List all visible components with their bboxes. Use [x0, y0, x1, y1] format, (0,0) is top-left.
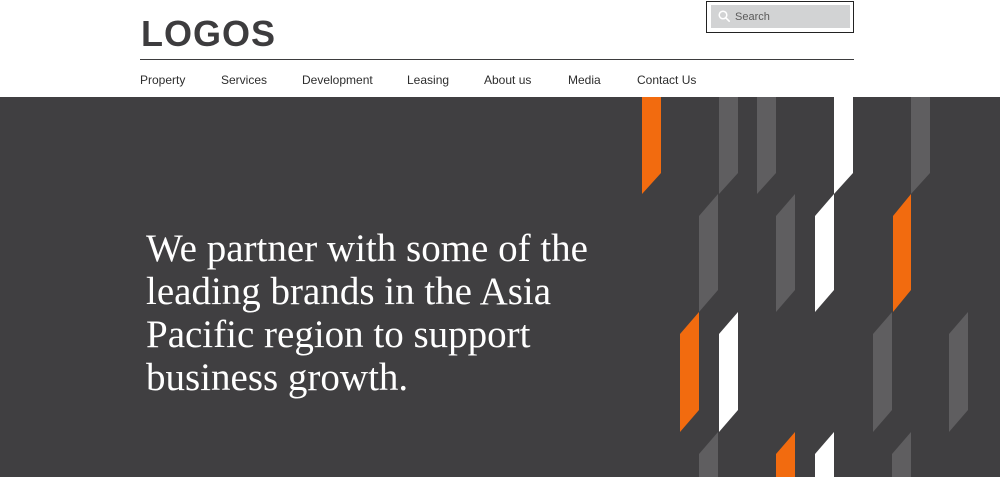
stripe-orange — [893, 194, 911, 312]
stripe-gray — [776, 194, 795, 312]
stripe-gray — [892, 432, 911, 477]
stripe-white — [834, 97, 853, 194]
stripe-gray — [699, 432, 718, 477]
stripe-white — [815, 432, 834, 477]
stripe-orange — [642, 97, 661, 194]
stripe-white — [815, 194, 834, 312]
nav-item-development[interactable]: Development — [302, 72, 407, 88]
search-input[interactable] — [735, 5, 847, 28]
stripe-white — [719, 312, 738, 432]
hero-banner: We partner with some of the leading bran… — [0, 97, 1000, 477]
search-box — [706, 1, 854, 33]
stripe-gray — [719, 97, 738, 194]
nav-item-contact-us[interactable]: Contact Us — [637, 72, 717, 88]
hero-headline: We partner with some of the leading bran… — [146, 227, 588, 399]
nav-item-about-us[interactable]: About us — [484, 72, 568, 88]
stripe-orange — [776, 432, 795, 477]
nav-item-media[interactable]: Media — [568, 72, 637, 88]
stripe-orange — [680, 312, 699, 432]
logo[interactable]: LOGOS — [141, 14, 276, 54]
search-icon[interactable] — [718, 10, 730, 22]
nav-item-leasing[interactable]: Leasing — [407, 72, 484, 88]
stripe-gray — [911, 97, 930, 194]
header-divider — [140, 59, 854, 60]
search-field[interactable] — [711, 5, 850, 28]
nav-item-services[interactable]: Services — [221, 72, 302, 88]
stripe-gray — [873, 312, 892, 432]
stripe-gray — [757, 97, 776, 194]
main-nav: Property Services Development Leasing Ab… — [140, 72, 717, 88]
site-header: LOGOS Property Services Development Leas… — [0, 0, 1000, 97]
nav-item-property[interactable]: Property — [140, 72, 221, 88]
stripe-gray — [949, 312, 968, 432]
stripe-gray — [699, 194, 718, 312]
